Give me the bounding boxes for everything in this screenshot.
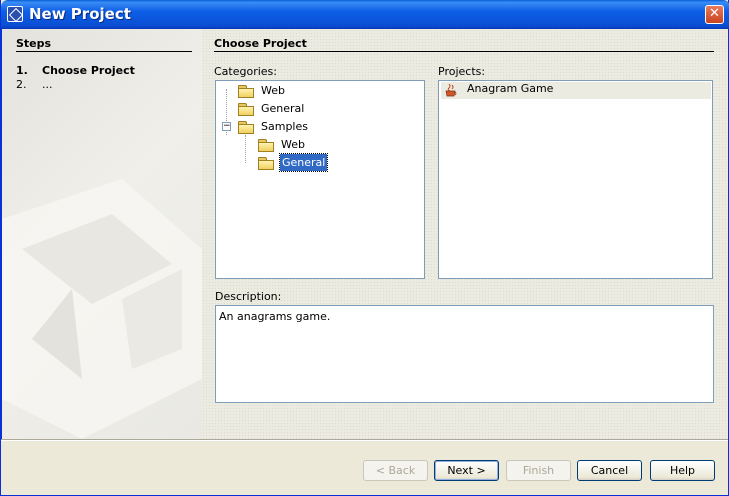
tree-item-label: Web xyxy=(261,84,285,97)
next-button[interactable]: Next > xyxy=(434,460,499,481)
page-title: Choose Project xyxy=(214,37,307,50)
category-samples-web[interactable]: Web xyxy=(216,136,416,153)
description-label: Description: xyxy=(215,290,282,303)
steps-heading: Steps xyxy=(16,37,52,50)
step-number: 2. xyxy=(16,78,27,91)
project-label: Anagram Game xyxy=(467,82,554,95)
cancel-button[interactable]: Cancel xyxy=(577,460,642,481)
new-project-dialog: New Project ✕ Steps 1. Choose Project 2..… xyxy=(0,0,729,496)
title-divider xyxy=(214,51,714,52)
folder-icon xyxy=(238,85,254,98)
folder-icon xyxy=(238,121,254,134)
footer-divider xyxy=(1,439,728,441)
finish-button[interactable]: Finish xyxy=(506,460,571,481)
app-icon xyxy=(7,6,23,22)
title-bar[interactable]: New Project ✕ xyxy=(1,0,729,29)
step-label: Choose Project xyxy=(42,64,135,77)
tree-item-label: Samples xyxy=(261,120,308,133)
step-number: 1. xyxy=(16,64,28,77)
step-1: 1. Choose Project xyxy=(16,64,135,77)
java-cup-icon xyxy=(445,84,457,97)
category-samples[interactable]: − Samples xyxy=(216,118,416,135)
tree-item-label: Web xyxy=(281,138,305,151)
close-button[interactable]: ✕ xyxy=(705,5,724,24)
tree-item-label: General xyxy=(261,102,305,115)
collapse-icon[interactable]: − xyxy=(222,122,231,131)
steps-divider xyxy=(16,51,192,52)
category-web[interactable]: Web xyxy=(216,82,416,99)
step-label: ... xyxy=(42,78,53,91)
category-samples-general[interactable]: General xyxy=(216,153,416,172)
project-anagram-game[interactable]: Anagram Game xyxy=(441,82,711,99)
categories-label: Categories: xyxy=(214,65,277,78)
help-button[interactable]: Help xyxy=(650,460,715,481)
category-general[interactable]: General xyxy=(216,100,416,117)
description-text: An anagrams game. xyxy=(219,310,331,323)
step-2: 2.... xyxy=(16,78,53,91)
folder-icon xyxy=(258,157,274,170)
back-button[interactable]: < Back xyxy=(363,460,428,481)
content-pane: Choose Project Categories: Web General −… xyxy=(202,29,728,439)
tree-item-label: General xyxy=(278,153,329,172)
folder-icon xyxy=(258,139,274,152)
projects-list[interactable]: Anagram Game xyxy=(438,80,713,279)
categories-tree[interactable]: Web General − Samples Web General xyxy=(215,80,425,279)
description-area[interactable]: An anagrams game. xyxy=(215,305,714,403)
background-watermark xyxy=(2,179,202,439)
projects-label: Projects: xyxy=(438,65,486,78)
steps-pane: Steps 1. Choose Project 2.... xyxy=(1,29,202,439)
window-title: New Project xyxy=(29,5,131,23)
folder-icon xyxy=(238,103,254,116)
